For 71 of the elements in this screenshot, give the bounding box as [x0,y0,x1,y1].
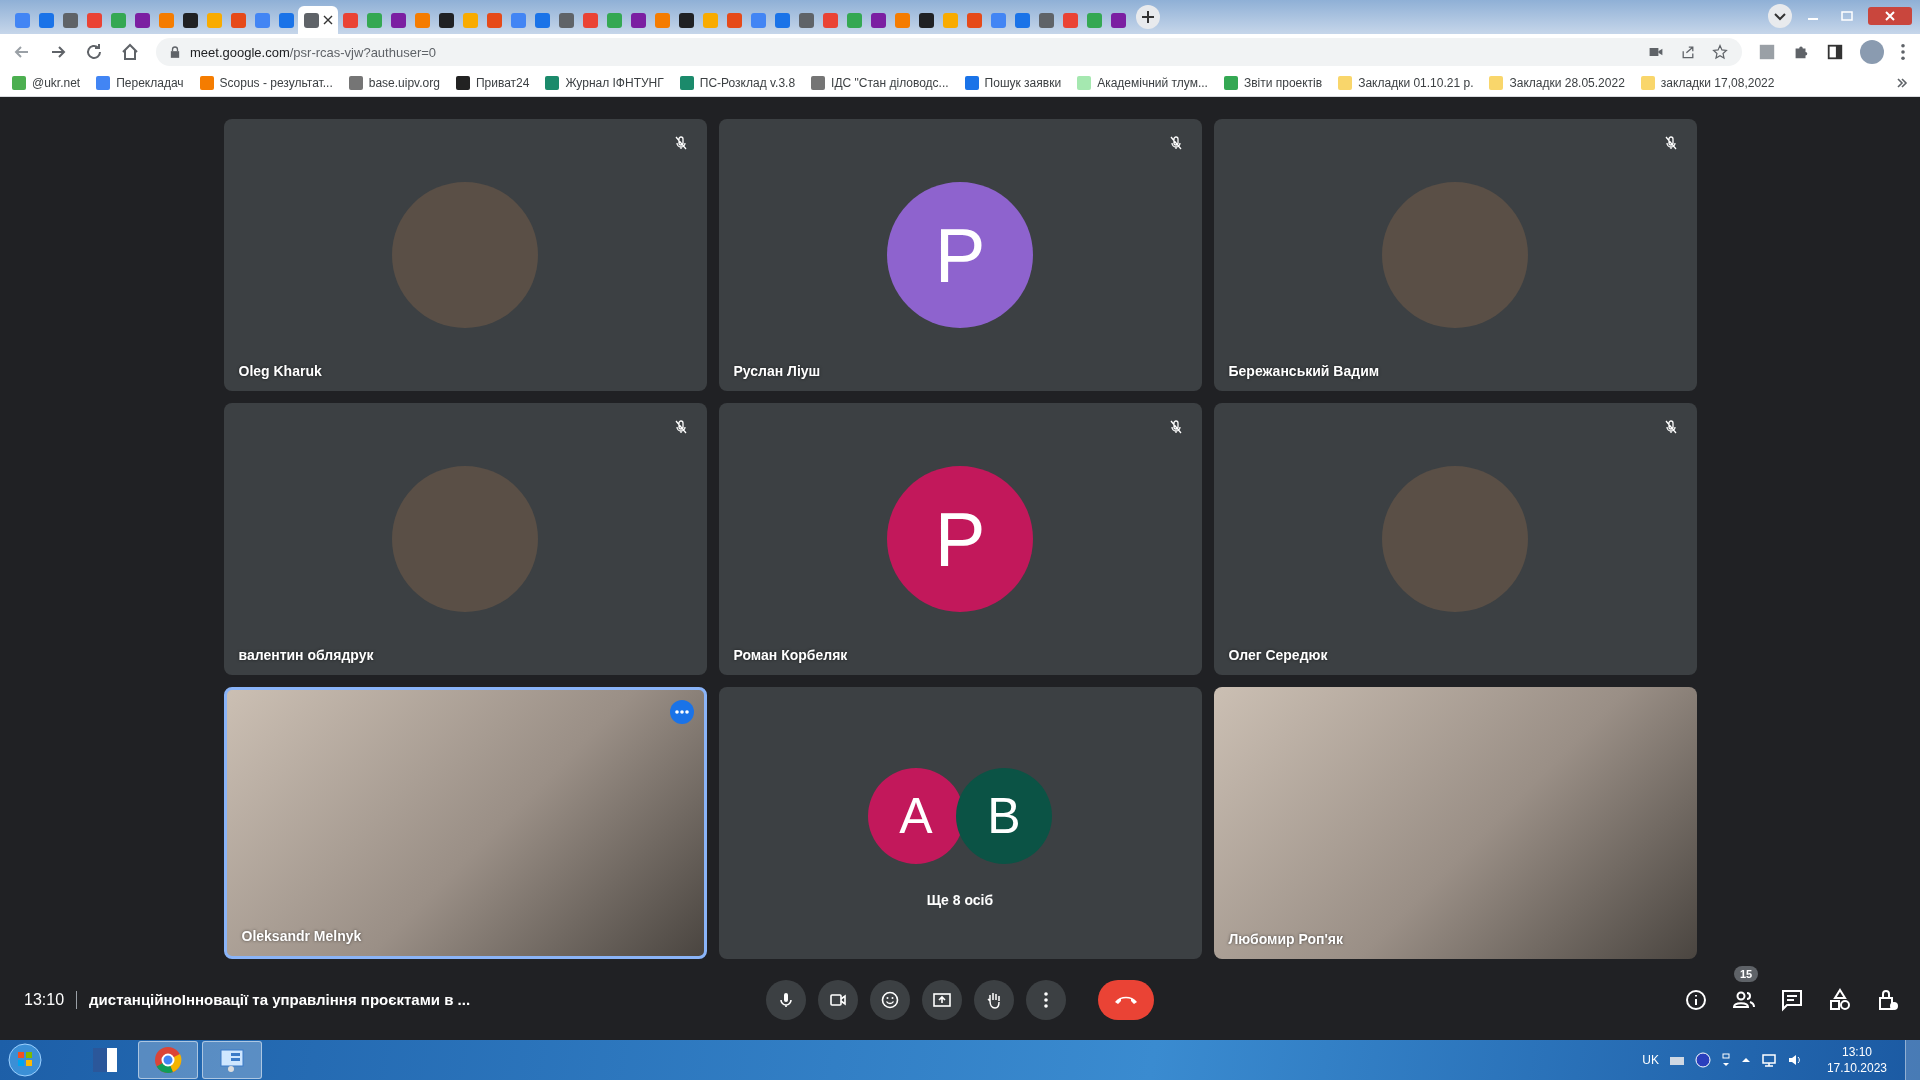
show-hidden-icons-icon[interactable] [1740,1055,1751,1065]
network-icon[interactable] [1760,1052,1777,1068]
bookmark-item[interactable]: Приват24 [455,76,530,90]
share-icon[interactable] [1680,44,1696,60]
bookmark-item[interactable]: @ukr.net [12,76,81,90]
close-icon[interactable] [322,15,333,25]
meeting-time: 13:10 [24,990,65,1009]
camera-button[interactable] [818,979,858,1020]
bookmark-item[interactable]: Scopus - результат... [199,76,333,90]
bookmark-item[interactable]: Звіти проектів [1223,76,1323,90]
close-window-icon[interactable] [1868,7,1912,25]
participant-name: Oleg Kharuk [238,363,322,379]
info-icon[interactable] [1684,987,1708,1012]
participant-name: Oleksandr Melnyk [241,928,362,944]
participant-count-badge: 15 [1734,965,1759,982]
browser-tab[interactable] [298,6,338,34]
bookmark-item[interactable]: Академічний тлум... [1077,76,1208,90]
address-field[interactable]: meet.google.com/psr-rcas-vjw?authuser=0 [156,38,1742,66]
host-controls-icon[interactable] [1876,987,1900,1012]
profile-avatar-icon[interactable] [1860,40,1884,64]
start-button[interactable] [8,1043,42,1077]
bookmark-item[interactable]: Перекладач [96,76,184,90]
tab-search-icon[interactable] [1768,4,1792,28]
new-tab-icon[interactable] [1136,5,1160,29]
bookmark-item[interactable]: Закладки 01.10.21 р. [1338,76,1474,90]
participant-name: Руслан Ліуш [733,363,821,379]
microphone-button[interactable] [766,979,806,1020]
more-participants-label: Ще 8 осіб [926,892,994,908]
taskbar-date: 17.10.2023 [1826,1060,1887,1076]
side-panel-icon[interactable] [1826,43,1844,61]
chat-icon[interactable] [1780,987,1804,1012]
letter-avatar: B [956,768,1052,864]
help-icon[interactable] [1694,1052,1711,1068]
keyboard-icon[interactable] [1668,1054,1685,1066]
present-screen-button[interactable] [922,979,962,1020]
extension-icon[interactable] [1758,43,1776,61]
participant-name: Любомир Роп'як [1228,931,1343,947]
bookmark-item[interactable]: Закладки 28.05.2022 [1489,76,1625,90]
more-options-button[interactable] [1026,979,1066,1020]
bookmark-item[interactable]: Журнал ІФНТУНГ [545,76,664,90]
bookmark-item[interactable]: ПС-Розклад v.3.8 [679,76,796,90]
language-indicator[interactable]: UK [1642,1053,1659,1067]
restore-icon[interactable] [1720,1052,1731,1068]
bookmark-item[interactable]: ІДС "Стан діловодс... [811,76,949,90]
speaker-icon[interactable] [1786,1052,1803,1068]
vertical-dots-icon [1044,991,1048,1008]
reload-icon[interactable] [84,42,104,62]
home-icon[interactable] [120,42,140,62]
participant-name: Бережанський Вадим [1228,363,1380,379]
chrome-app-icon[interactable] [138,1041,198,1079]
meeting-title: дистанційноІнновації та управління проєктами в ... [89,991,471,1008]
letter-avatar: P [887,182,1033,328]
bookmark-item[interactable]: Пошук заявки [964,76,1062,90]
emoji-button[interactable] [870,979,910,1020]
participant-name: валентин облядрук [238,647,374,663]
letter-avatar: P [887,466,1033,612]
participant-name: Роман Корбеляк [733,647,848,663]
bookmark-item[interactable]: закладки 17,08,2022 [1640,76,1775,90]
participant-name: Олег Середюк [1228,647,1328,663]
raise-hand-button[interactable] [974,979,1014,1020]
more-bookmarks-icon[interactable] [1896,77,1908,89]
smiley-icon [880,989,900,1010]
star-icon[interactable] [1712,44,1728,60]
activities-icon[interactable] [1828,987,1852,1012]
menu-icon[interactable] [1900,43,1906,61]
control-panel-app-icon[interactable] [202,1041,262,1079]
more-options-icon[interactable] [669,700,694,724]
bookmark-item[interactable]: base.uipv.org [348,76,440,90]
taskbar-time: 13:10 [1841,1044,1872,1060]
leave-call-button[interactable] [1098,979,1154,1020]
lock-icon [170,46,180,58]
